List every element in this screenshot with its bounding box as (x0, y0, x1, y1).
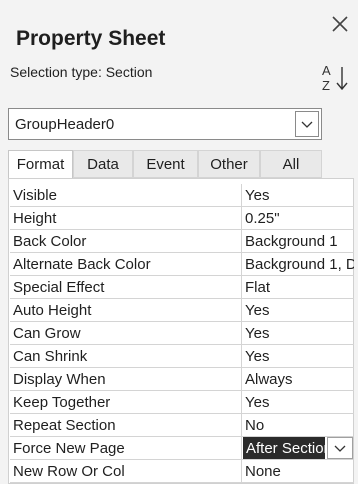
property-label: Repeat Section (13, 417, 116, 434)
chevron-down-icon (334, 445, 346, 452)
property-value: Always (245, 371, 293, 388)
property-row-new-row-or-col[interactable]: New Row Or Col None (10, 460, 354, 483)
property-value-cell[interactable]: Flat (241, 276, 354, 298)
property-row-special-effect[interactable]: Special Effect Flat (10, 276, 354, 299)
property-value-cell[interactable]: Yes (241, 391, 354, 413)
property-value: Yes (245, 394, 270, 411)
property-value: Background 1 (245, 233, 338, 250)
tab-event[interactable]: Event (133, 150, 198, 178)
property-tabs: Format Data Event Other All (8, 150, 322, 179)
property-row-can-shrink[interactable]: Can Shrink Yes (10, 345, 354, 368)
property-value-cell[interactable]: Yes (241, 299, 354, 321)
close-icon (332, 16, 348, 32)
property-row-auto-height[interactable]: Auto Height Yes (10, 299, 354, 322)
property-value: Yes (245, 187, 270, 204)
selection-type-label: Selection type: Section (10, 64, 153, 80)
object-selector[interactable]: GroupHeader0 (8, 108, 322, 140)
property-value: After Section (246, 440, 325, 457)
svg-text:Z: Z (322, 78, 330, 93)
property-label: Keep Together (13, 394, 111, 411)
property-value-cell[interactable]: Yes (241, 345, 354, 367)
property-dropdown-button[interactable] (327, 437, 353, 459)
property-label: Alternate Back Color (13, 256, 151, 273)
property-row-force-new-page[interactable]: Force New Page After Section (10, 437, 354, 460)
sort-button[interactable]: A Z (320, 62, 350, 94)
svg-text:A: A (322, 63, 331, 78)
property-value-cell[interactable]: Always (241, 368, 354, 390)
property-label: Force New Page (13, 440, 125, 457)
tab-other[interactable]: Other (198, 150, 260, 178)
property-row-visible[interactable]: Visible Yes (10, 184, 354, 207)
property-row-height[interactable]: Height 0.25" (10, 207, 354, 230)
property-row-back-color[interactable]: Back Color Background 1 (10, 230, 354, 253)
property-value-cell[interactable]: Background 1 (241, 230, 354, 252)
property-grid: Visible Yes Height 0.25" Back Color Back… (8, 178, 354, 484)
tab-data[interactable]: Data (73, 150, 133, 178)
close-button[interactable] (328, 12, 352, 36)
property-value-cell[interactable]: No (241, 414, 354, 436)
property-value-cell[interactable]: Background 1, Darker 5% (241, 253, 354, 275)
property-value: 0.25" (245, 210, 280, 227)
selected-value-highlight: After Section (243, 437, 325, 459)
tab-all[interactable]: All (260, 150, 322, 178)
property-value: Flat (245, 279, 271, 296)
property-value-cell[interactable]: None (241, 460, 354, 482)
property-value: Yes (245, 325, 270, 342)
property-row-repeat-section[interactable]: Repeat Section No (10, 414, 354, 437)
property-label: Special Effect (13, 279, 105, 296)
property-row-display-when[interactable]: Display When Always (10, 368, 354, 391)
sort-az-icon: A Z (322, 63, 348, 93)
property-value: Yes (245, 348, 270, 365)
panel-title: Property Sheet (16, 27, 166, 50)
property-value: Background 1, Darker 5% (245, 256, 354, 273)
property-value-cell[interactable]: Yes (241, 184, 354, 206)
property-label: New Row Or Col (13, 463, 125, 480)
property-value-select[interactable]: After Section (241, 437, 353, 459)
property-label: Auto Height (13, 302, 92, 319)
property-value-cell[interactable]: Yes (241, 322, 354, 344)
property-label: Height (13, 210, 57, 227)
property-row-can-grow[interactable]: Can Grow Yes (10, 322, 354, 345)
property-value: None (245, 463, 281, 480)
property-label: Visible (13, 187, 57, 204)
property-label: Display When (13, 371, 106, 388)
object-selector-dropdown-button[interactable] (295, 111, 319, 137)
property-value: Yes (245, 302, 270, 319)
property-value-cell[interactable]: 0.25" (241, 207, 354, 229)
property-label: Can Grow (13, 325, 81, 342)
property-label: Can Shrink (13, 348, 88, 365)
chevron-down-icon (301, 121, 313, 128)
property-row-alternate-back-color[interactable]: Alternate Back Color Background 1, Darke… (10, 253, 354, 276)
object-selector-value: GroupHeader0 (15, 116, 115, 133)
tab-format[interactable]: Format (8, 150, 73, 179)
property-label: Back Color (13, 233, 87, 250)
property-row-keep-together[interactable]: Keep Together Yes (10, 391, 354, 414)
property-value: No (245, 417, 265, 434)
